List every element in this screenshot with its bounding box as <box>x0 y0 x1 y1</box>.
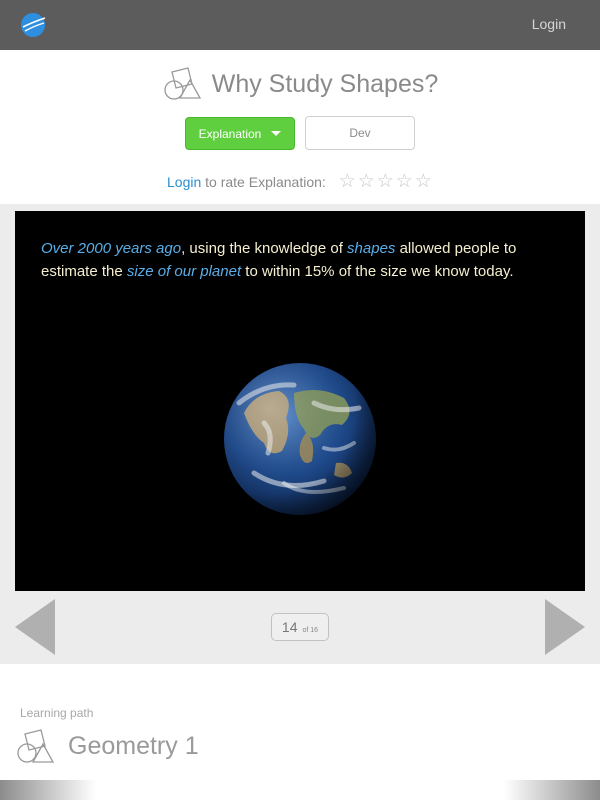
caret-down-icon <box>271 131 282 136</box>
site-logo-icon[interactable] <box>20 12 46 38</box>
page-counter[interactable]: 14 of 16 <box>271 613 329 641</box>
rating-row: Login to rate Explanation: ☆ ☆ ☆ ☆ ☆ <box>167 172 433 192</box>
geometry-shapes-icon <box>17 729 55 763</box>
next-slide-arrow-icon[interactable] <box>545 599 585 655</box>
page-title: Why Study Shapes? <box>211 69 439 98</box>
total-pages-label: of 16 <box>302 627 319 634</box>
slide-highlight: Over 2000 years ago <box>41 240 182 257</box>
slide-highlight: size of our planet <box>126 263 242 280</box>
rate-prompt-text: to rate Explanation: <box>201 174 326 190</box>
bottom-strip <box>0 780 600 800</box>
slide-panel: Over 2000 years ago, using the knowledge… <box>15 211 585 591</box>
top-login-link[interactable]: Login <box>532 16 566 32</box>
geometry-shapes-icon <box>164 67 201 100</box>
slide-text: Over 2000 years ago, using the knowledge… <box>41 237 571 283</box>
learning-path-section: Learning path Geometry 1 <box>0 664 600 780</box>
explanation-dropdown-button[interactable]: Explanation <box>185 117 295 150</box>
slide-text-segment: , using the knowledge of <box>181 240 348 257</box>
previous-slide-arrow-icon[interactable] <box>15 599 55 655</box>
current-page-number: 14 <box>281 619 298 635</box>
star-rating[interactable]: ☆ ☆ ☆ ☆ ☆ <box>338 172 433 192</box>
slide-text-segment: to within 15% of the size we know today. <box>241 263 514 280</box>
star-icon[interactable]: ☆ <box>414 172 433 192</box>
star-icon[interactable]: ☆ <box>338 172 357 192</box>
star-icon[interactable]: ☆ <box>376 172 395 192</box>
learning-path-title[interactable]: Geometry 1 <box>68 732 199 761</box>
rate-login-link[interactable]: Login <box>167 174 201 190</box>
title-row: Why Study Shapes? <box>0 64 600 104</box>
dev-button[interactable]: Dev <box>305 116 415 150</box>
earth-globe-image <box>224 363 376 515</box>
dev-button-label: Dev <box>349 126 371 140</box>
slide-highlight: shapes <box>347 240 396 257</box>
lesson-header: Why Study Shapes? Explanation Dev Login … <box>0 50 600 204</box>
top-bar: Login <box>0 0 600 50</box>
star-icon[interactable]: ☆ <box>357 172 376 192</box>
learning-path-label: Learning path <box>20 706 94 720</box>
star-icon[interactable]: ☆ <box>395 172 414 192</box>
explanation-button-label: Explanation <box>198 126 262 141</box>
